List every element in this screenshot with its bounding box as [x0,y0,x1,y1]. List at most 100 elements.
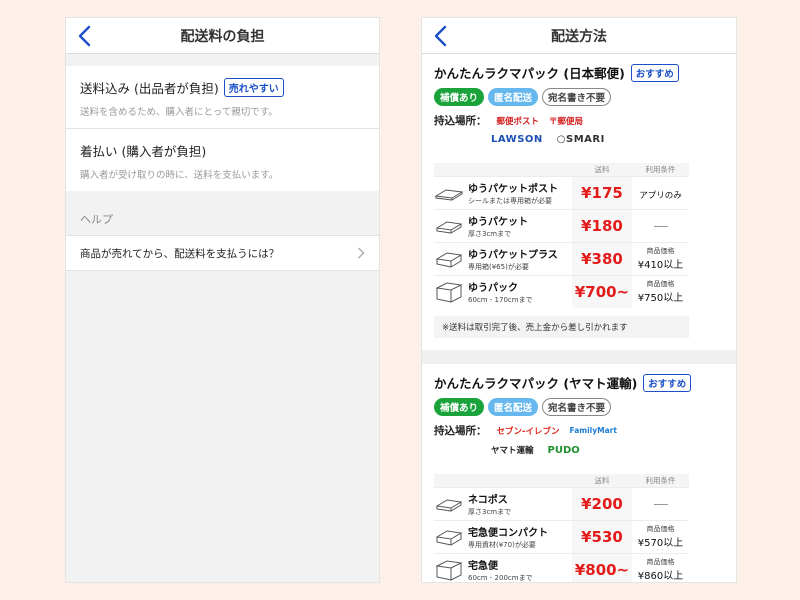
dropoff-logos-row2: ヤマト運輸 PUDO [491,444,724,457]
flat-package-icon [435,220,463,234]
no-condition-dash [653,226,668,227]
option-label: 送料込み (出品者が負担) [80,81,219,96]
item-sub: 専用資材(¥70)が必要 [468,540,536,549]
item-price: ¥700~ [574,283,630,302]
item-sub: 厚さ3cmまで [468,507,512,516]
help-link-label: 商品が売れてから、配送料を支払うには？ [80,247,280,260]
option-seller-pays[interactable]: 送料込み (出品者が負担) 売れやすい 送料を含めるため、購入者にとって親切です… [66,66,379,129]
post-box-logo: 郵便ポスト [496,116,540,127]
table-row[interactable]: 宅急便 60cm - 200cmまで ¥800~ 商品価格 ¥860以上 [434,552,689,582]
help-link[interactable]: 商品が売れてから、配送料を支払うには？ [66,235,379,271]
lawson-logo: LAWSON [491,134,543,145]
item-name: 宅急便 [468,560,498,572]
item-price: ¥530 [581,528,623,546]
chevron-right-icon [358,247,365,259]
no-condition-dash [653,504,668,505]
item-name: 宅急便コンパクト [468,527,548,539]
shipping-fee-screen: 配送料の負担 送料込み (出品者が負担) 売れやすい 送料を含めるため、購入者に… [65,17,380,583]
service-yamato[interactable]: かんたんラクマパック (ヤマト運輸) おすすめ 補償あり 匿名配送 宛名書き不要… [422,364,736,464]
back-arrow-icon[interactable] [432,24,450,48]
section-divider [422,350,736,364]
feature-tags: 補償あり 匿名配送 宛名書き不要 [434,88,724,106]
easy-to-sell-badge: 売れやすい [223,78,284,97]
navbar: 配送方法 [422,18,736,54]
dropoff-logos-row2: LAWSON ○SMARI [491,134,724,145]
large-box-icon [435,560,463,581]
item-sub: 厚さ3cmまで [468,229,512,238]
table-row[interactable]: ゆうパック 60cm - 170cmまで ¥700~ 商品価格 ¥750以上 [434,274,689,308]
yamato-logo: ヤマト運輸 [491,446,534,456]
service-name: かんたんラクマパック (ヤマト運輸) [434,376,638,391]
option-description: 送料を含めるため、購入者にとって親切です。 [80,107,278,118]
recommend-badge: おすすめ [643,373,692,392]
fee-note: ※送料は取引完了後、売上金から差し引かれます [434,316,689,338]
envelope-package-icon [434,188,464,201]
post-office-logo: 〒郵便局 [549,116,584,127]
option-description: 購入者が受け取りの時に、送料を支払います。 [80,170,279,181]
item-price: ¥180 [581,217,623,235]
box-package-icon [435,251,463,268]
shipping-method-screen: 配送方法 かんたんラクマパック (日本郵便) おすすめ 補償あり 匿名配送 宛名… [421,17,737,583]
dropoff-locations: 持込場所： セブン-イレブン FamilyMart [434,423,724,438]
back-arrow-icon[interactable] [76,24,94,48]
seven-eleven-logo: セブン-イレブン [496,426,560,437]
table-row[interactable]: ゆうパケット 厚さ3cmまで ¥180 [434,208,689,242]
item-condition: アプリのみ [639,191,682,201]
large-box-icon [435,282,463,303]
navbar: 配送料の負担 [66,18,379,54]
price-table-japan-post: 送料 利用条件 ゆうパケットポスト シールまたは専用箱が必要 ¥175 アプリのみ… [434,163,689,308]
table-row[interactable]: ゆうパケットポスト シールまたは専用箱が必要 ¥175 アプリのみ [434,175,689,209]
page-title: 配送方法 [551,28,607,45]
item-name: ゆうパック [468,282,518,294]
tag-insurance: 補償あり [434,398,485,416]
dropoff-label: 持込場所： [434,425,487,437]
item-name: ネコポス [468,494,508,506]
condition-label: 商品価格 [646,246,675,255]
table-row[interactable]: ネコポス 厚さ3cmまで ¥200 [434,486,689,520]
header-condition: 利用条件 [632,163,689,176]
item-name: ゆうパケット [468,216,528,228]
recommend-badge: おすすめ [630,63,679,82]
item-sub: シールまたは専用箱が必要 [468,196,552,205]
tag-insurance: 補償あり [434,88,485,106]
page-title: 配送料の負担 [180,28,265,45]
pudo-logo: PUDO [547,444,580,456]
tag-no-address: 宛名書き不要 [542,398,612,416]
condition-value: ¥750以上 [637,292,684,304]
service-japan-post[interactable]: かんたんラクマパック (日本郵便) おすすめ 補償あり 匿名配送 宛名書き不要 … [422,54,736,153]
tag-no-address: 宛名書き不要 [542,88,612,106]
flat-package-icon [435,498,463,512]
condition-label: 商品価格 [646,524,675,533]
box-package-icon [435,529,463,546]
item-price: ¥200 [581,495,623,513]
tag-anonymous: 匿名配送 [488,88,539,106]
table-row[interactable]: 宅急便コンパクト 専用資材(¥70)が必要 ¥530 商品価格 ¥570以上 [434,519,689,553]
item-name: ゆうパケットポスト [468,183,558,195]
table-row[interactable]: ゆうパケットプラス 専用箱(¥65)が必要 ¥380 商品価格 ¥410以上 [434,241,689,275]
condition-value: ¥410以上 [637,259,684,271]
condition-label: 商品価格 [646,279,675,288]
item-name: ゆうパケットプラス [468,249,558,261]
dropoff-label: 持込場所： [434,115,487,127]
item-sub: 60cm - 200cmまで [468,573,533,582]
condition-label: 商品価格 [646,557,675,566]
item-sub: 60cm - 170cmまで [468,295,533,304]
option-label: 着払い (購入者が負担) [80,144,207,159]
service-name: かんたんラクマパック (日本郵便) [434,66,625,81]
header-price: 送料 [572,163,632,176]
item-price: ¥175 [581,184,623,202]
tag-anonymous: 匿名配送 [488,398,539,416]
header-condition: 利用条件 [632,474,689,487]
condition-value: ¥570以上 [637,537,684,549]
familymart-logo: FamilyMart [569,426,617,435]
dropoff-locations: 持込場所： 郵便ポスト 〒郵便局 [434,113,724,128]
condition-value: ¥860以上 [637,570,684,582]
item-sub: 専用箱(¥65)が必要 [468,262,529,271]
price-table-yamato: 送料 利用条件 ネコポス 厚さ3cmまで ¥200 宅急便コンパクト 専用資材(¥7… [434,474,689,582]
smari-logo: ○SMARI [556,134,605,145]
item-price: ¥800~ [574,561,630,580]
feature-tags: 補償あり 匿名配送 宛名書き不要 [434,398,724,416]
header-price: 送料 [572,474,632,487]
item-price: ¥380 [581,250,623,268]
option-buyer-pays[interactable]: 着払い (購入者が負担) 購入者が受け取りの時に、送料を支払います。 [66,129,379,191]
